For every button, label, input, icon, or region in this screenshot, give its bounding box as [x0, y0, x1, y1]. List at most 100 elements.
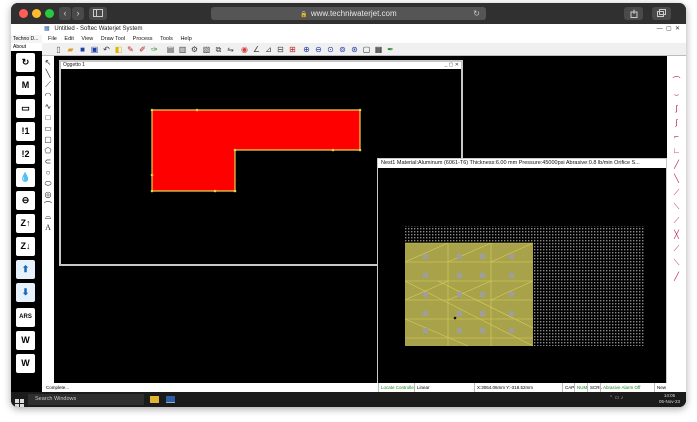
vertex-handle[interactable]	[358, 148, 362, 152]
object-window-controls[interactable]: _ ▢ ✕	[445, 62, 459, 69]
part-shape[interactable]	[151, 109, 361, 192]
nest-icon[interactable]: ▤	[166, 45, 175, 54]
lower-head-button[interactable]: ⬇	[16, 283, 35, 302]
undo-icon[interactable]: ↶	[102, 45, 111, 54]
menu-process[interactable]: Process	[133, 36, 153, 42]
lead-line-7-icon[interactable]: ⟋	[670, 244, 683, 254]
alarm-1-button[interactable]: !1	[16, 122, 35, 141]
forward-button[interactable]: ›	[72, 7, 84, 20]
system-tray-icons[interactable]: ⌃ ▭ ♪	[609, 395, 623, 401]
nest-window-titlebar[interactable]: Nest1 Material:Aluminum (6061-T6) Thickn…	[378, 159, 666, 168]
layers-icon[interactable]: ▧	[202, 45, 211, 54]
square-icon[interactable]: □	[43, 113, 53, 123]
alarm-2-button[interactable]: !2	[16, 145, 35, 164]
grid-tool-icon[interactable]: ▥	[178, 45, 187, 54]
polyline-icon[interactable]: ⟋	[43, 80, 53, 90]
new-file-icon[interactable]: ▯	[54, 45, 63, 54]
vertex-handle[interactable]	[213, 189, 217, 193]
pen-icon[interactable]: ✐	[138, 45, 147, 54]
lead-arc-3-icon[interactable]: ʃ	[670, 104, 683, 114]
about-tab[interactable]: About	[11, 43, 42, 51]
lead-line-5-icon[interactable]: ⟋	[670, 216, 683, 226]
z-up-button[interactable]: Z↑	[16, 214, 35, 233]
lead-arc-2-icon[interactable]: ⌣	[670, 90, 683, 100]
menu-help[interactable]: Help	[180, 36, 191, 42]
lead-arc-6-icon[interactable]: ∟	[670, 146, 683, 156]
slot-icon[interactable]: ⊂	[43, 157, 53, 167]
ring-icon[interactable]: ◎	[43, 190, 53, 200]
close-window-button[interactable]	[19, 9, 28, 18]
angle-icon[interactable]: ∠	[252, 45, 261, 54]
raise-head-button[interactable]: ⬆	[16, 260, 35, 279]
vertex-handle[interactable]	[195, 108, 199, 112]
address-bar[interactable]: 🔒 www.techniwaterjet.com ↻	[211, 7, 486, 20]
back-button[interactable]: ‹	[59, 7, 71, 20]
vertex-handle[interactable]	[150, 173, 154, 177]
vertex-handle[interactable]	[233, 189, 237, 193]
mirror-icon[interactable]: ⇋	[226, 45, 235, 54]
manual-mode-button[interactable]: M	[16, 76, 35, 95]
maximize-window-button[interactable]	[45, 9, 54, 18]
save-icon[interactable]: ■	[78, 45, 87, 54]
frame-icon[interactable]: ▢	[362, 45, 371, 54]
file-explorer-icon[interactable]	[150, 396, 159, 403]
tabs-overview-button[interactable]	[652, 7, 671, 20]
lead-line-9-icon[interactable]: ╱	[670, 272, 683, 282]
waterjet-on-button[interactable]: W	[16, 331, 35, 350]
open-folder-icon[interactable]: ▰	[66, 45, 75, 54]
spline-icon[interactable]: ∿	[43, 102, 53, 112]
menu-edit[interactable]: Edit	[64, 36, 73, 42]
pointer-icon[interactable]: ↖	[43, 58, 53, 68]
chamfer-icon[interactable]: ⌓	[43, 212, 53, 222]
zoom-in-icon[interactable]: ⊕	[302, 45, 311, 54]
zoom-fit-icon[interactable]: ⊚	[338, 45, 347, 54]
menu-draw-tool[interactable]: Draw Tool	[101, 36, 125, 42]
object-window-titlebar[interactable]: Oggetto 1 _ ▢ ✕	[61, 62, 461, 69]
grid-icon[interactable]: ▦	[374, 45, 383, 54]
home-machine-button[interactable]: ↻	[16, 53, 35, 72]
lead-arc-4-icon[interactable]: ∫	[670, 118, 683, 128]
palette-icon[interactable]: ◉	[240, 45, 249, 54]
sidebar-toggle-button[interactable]	[89, 7, 107, 20]
select-icon[interactable]: ▣	[90, 45, 99, 54]
zoom-all-icon[interactable]: ⊛	[350, 45, 359, 54]
lead-line-4-icon[interactable]: ⟍	[670, 202, 683, 212]
vertex-handle[interactable]	[331, 148, 335, 152]
lead-arc-5-icon[interactable]: ⌐	[670, 132, 683, 142]
brush-icon[interactable]: ✒	[386, 45, 395, 54]
stop-button[interactable]: ⊖	[16, 191, 35, 210]
zoom-window-icon[interactable]: ⊙	[326, 45, 335, 54]
ars-button[interactable]: ARS	[16, 308, 35, 327]
lead-line-8-icon[interactable]: ⟍	[670, 258, 683, 268]
measure-icon[interactable]: ⊞	[288, 45, 297, 54]
vertex-handle[interactable]	[358, 108, 362, 112]
fillet-icon[interactable]: ⌒	[43, 201, 53, 211]
water-button[interactable]: 💧	[16, 168, 35, 187]
z-down-button[interactable]: Z↓	[16, 237, 35, 256]
lead-line-3-icon[interactable]: ⟋	[670, 188, 683, 198]
lead-line-6-icon[interactable]: ╳	[670, 230, 683, 240]
menu-file[interactable]: File	[48, 36, 57, 42]
nest-sheet[interactable]	[378, 168, 666, 386]
taskbar-search-box[interactable]: Search Windows	[28, 394, 144, 405]
app-taskbar-icon[interactable]	[166, 396, 175, 403]
lead-arc-1-icon[interactable]: ⌒	[670, 76, 683, 86]
lead-line-1-icon[interactable]: ╱	[670, 160, 683, 170]
ellipse-icon[interactable]: ⬭	[43, 179, 53, 189]
line-icon[interactable]: ╲	[43, 69, 53, 79]
windows-start-icon[interactable]	[15, 395, 24, 407]
reload-icon[interactable]: ↻	[473, 7, 480, 20]
marker-icon[interactable]: ✑	[150, 45, 159, 54]
vertex-handle[interactable]	[150, 108, 154, 112]
zoom-out-icon[interactable]: ⊖	[314, 45, 323, 54]
taskbar-clock[interactable]: 14:05 05-Nov-23	[659, 393, 680, 405]
copy-icon[interactable]: ⧉	[214, 45, 223, 54]
share-button[interactable]	[624, 7, 643, 20]
set-origin-button[interactable]: ▭	[16, 99, 35, 118]
rounded-rect-icon[interactable]: ▢	[43, 135, 53, 145]
app-window-controls[interactable]: — ▢ ✕	[657, 24, 680, 35]
menu-tools[interactable]: Tools	[160, 36, 173, 42]
vertex-handle[interactable]	[233, 148, 237, 152]
lead-in-icon[interactable]: ⊿	[264, 45, 273, 54]
highlight-icon[interactable]: ◧	[114, 45, 123, 54]
